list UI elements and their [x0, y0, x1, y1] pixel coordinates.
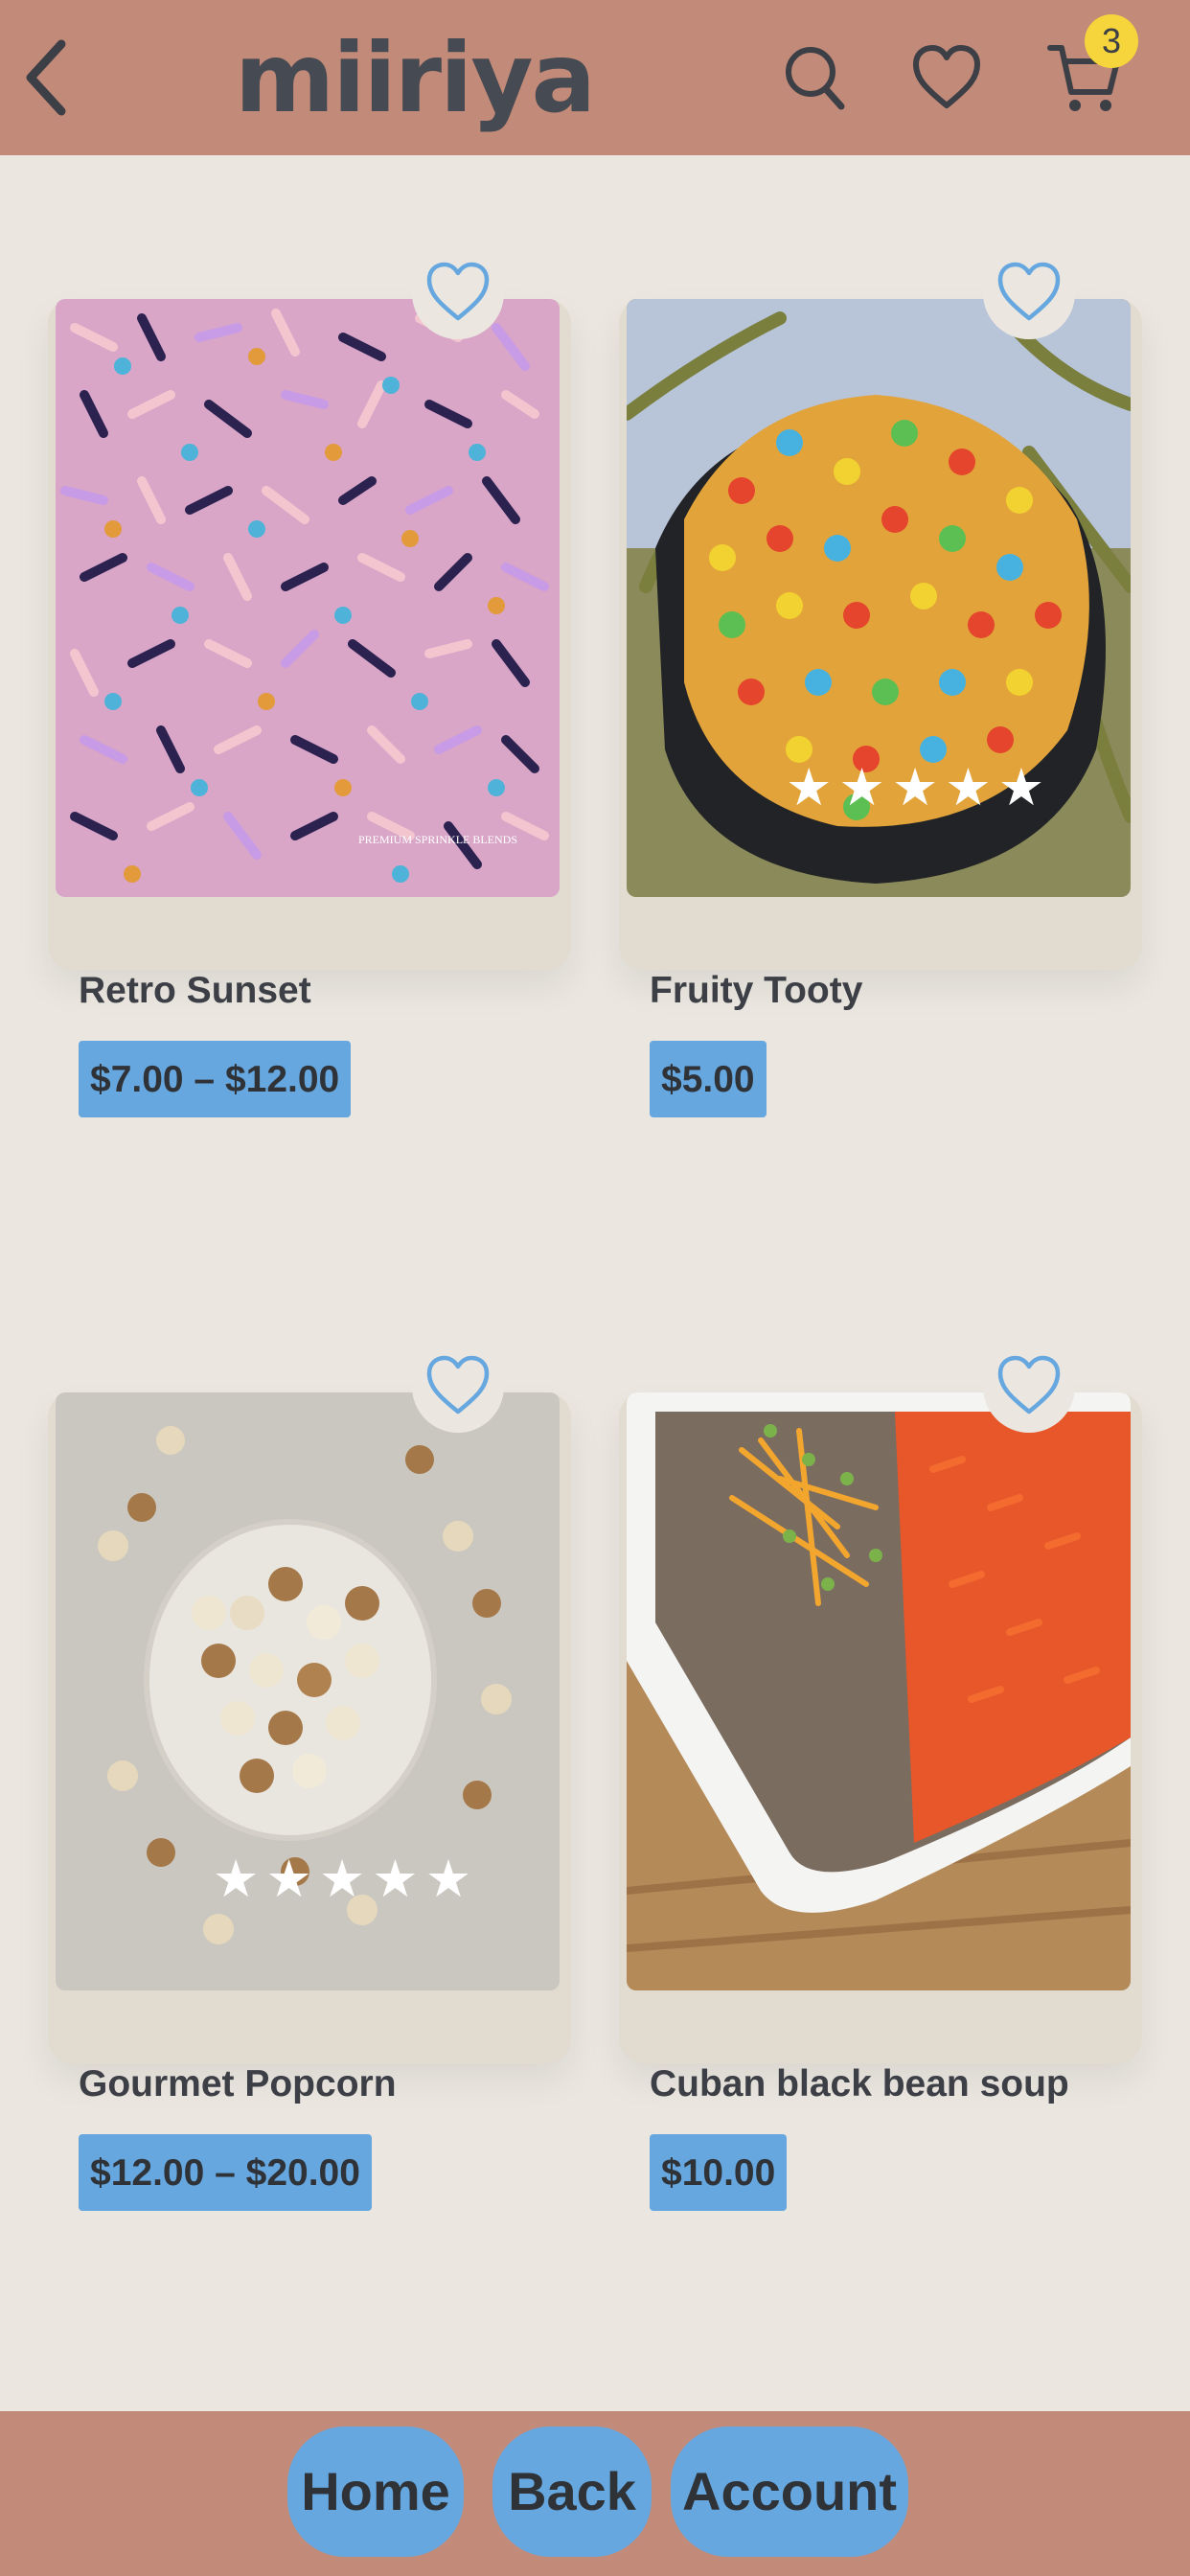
price-badge: $10.00: [650, 2134, 788, 2211]
heart-outline-icon: [997, 1355, 1061, 1414]
star-icon: ★: [372, 1851, 419, 1908]
star-icon: ★: [318, 1851, 366, 1908]
app-logo: miiriya: [235, 22, 596, 134]
back-arrow-button[interactable]: [19, 36, 77, 119]
product-card[interactable]: PREMIUM SPRINKLE BLENDS Retro Sunset $7.…: [48, 247, 571, 1117]
account-button[interactable]: Account: [671, 2426, 908, 2557]
sprinkles-photo: PREMIUM SPRINKLE BLENDS: [56, 299, 560, 897]
top-bar: [0, 0, 1190, 155]
star-icon: ★: [213, 1851, 260, 1908]
cart-count-badge: 3: [1085, 14, 1138, 68]
product-name[interactable]: Retro Sunset: [79, 970, 311, 1012]
heart-outline-icon: [426, 1355, 490, 1414]
favorite-button[interactable]: [983, 247, 1075, 339]
star-icon: ★: [997, 759, 1045, 816]
price-badge: $12.00 – $20.00: [79, 2134, 372, 2211]
star-icon: ★: [891, 759, 939, 816]
product-image[interactable]: [627, 1392, 1131, 1990]
rating-stars: ★ ★ ★ ★ ★: [213, 1852, 471, 1906]
star-icon: ★: [786, 759, 833, 816]
heart-icon: [913, 45, 980, 108]
product-card[interactable]: ★ ★ ★ ★ ★ Fruity Tooty $5.00: [619, 247, 1142, 1117]
favorite-button[interactable]: [412, 1341, 504, 1433]
product-card[interactable]: ★ ★ ★ ★ ★ Gourmet Popcorn $12.00 – $20.0…: [48, 1341, 571, 2211]
product-card[interactable]: Cuban black bean soup $10.00: [619, 1341, 1142, 2211]
rating-stars: ★ ★ ★ ★ ★: [786, 761, 1044, 815]
search-icon: [786, 47, 845, 110]
heart-outline-icon: [997, 262, 1061, 321]
price-badge: $5.00: [650, 1041, 767, 1117]
image-caption: PREMIUM SPRINKLE BLENDS: [358, 833, 517, 846]
favorite-button[interactable]: [412, 247, 504, 339]
product-name[interactable]: Cuban black bean soup: [650, 2063, 1069, 2105]
wishlist-button[interactable]: [912, 44, 981, 111]
price-badge: $7.00 – $12.00: [79, 1041, 352, 1117]
search-button[interactable]: [784, 43, 845, 112]
heart-outline-icon: [426, 262, 490, 321]
back-button[interactable]: Back: [492, 2426, 652, 2557]
star-icon: ★: [838, 759, 885, 816]
home-button[interactable]: Home: [287, 2426, 464, 2557]
favorite-button[interactable]: [983, 1341, 1075, 1433]
product-name[interactable]: Fruity Tooty: [650, 970, 862, 1012]
chevron-left-icon: [26, 39, 66, 116]
product-image[interactable]: PREMIUM SPRINKLE BLENDS: [56, 299, 560, 897]
star-icon: ★: [424, 1851, 472, 1908]
star-icon: ★: [945, 759, 992, 816]
bean-soup-photo: [627, 1392, 1131, 1990]
product-name[interactable]: Gourmet Popcorn: [79, 2063, 397, 2105]
star-icon: ★: [265, 1851, 312, 1908]
